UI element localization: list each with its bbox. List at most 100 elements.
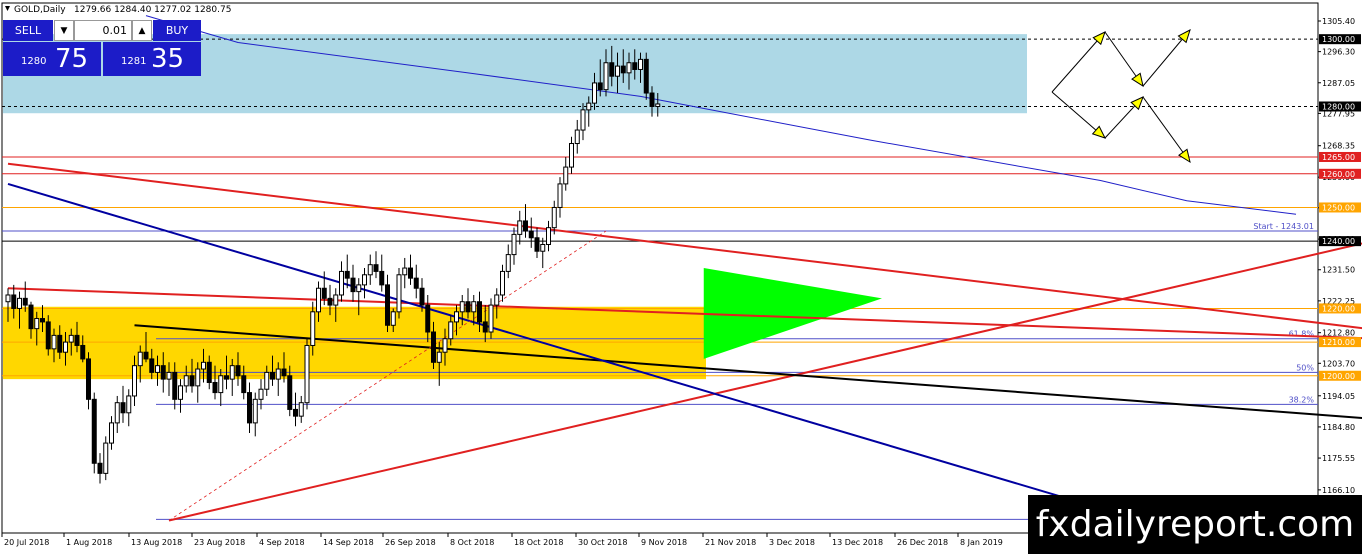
candle (264, 371, 270, 390)
candle (390, 311, 396, 326)
buy-price-small: 1281 (121, 56, 147, 67)
candle (293, 408, 298, 417)
candle (557, 183, 563, 208)
y-tick-label: 1184.80 (1322, 423, 1355, 432)
lot-input[interactable]: 0.01 (74, 20, 132, 41)
candle (632, 62, 638, 70)
candle (132, 365, 137, 397)
lot-value: 0.01 (102, 24, 128, 37)
candle (17, 297, 22, 309)
x-tick-label: 13 Dec 2018 (832, 538, 883, 547)
candle (546, 227, 551, 245)
candle (316, 287, 321, 313)
candle (643, 58, 649, 94)
price-chart[interactable]: Start - 1243.01 61.8% 50% 38.2% 1305.40 1296.… (0, 0, 1362, 554)
candle (609, 62, 615, 77)
candle (40, 318, 45, 323)
candle (655, 103, 661, 107)
candle (160, 365, 166, 380)
y-tick-label: 1231.50 (1322, 266, 1355, 275)
candle (252, 398, 258, 424)
candle (482, 321, 488, 333)
candle (189, 375, 195, 387)
x-tick-label: 26 Dec 2018 (897, 538, 948, 547)
candle (333, 294, 339, 306)
candle (592, 82, 597, 104)
sell-price-box[interactable]: 1280 75 (3, 42, 101, 76)
x-tick-label: 18 Oct 2018 (514, 538, 563, 547)
candle (523, 220, 528, 232)
candle (517, 220, 523, 235)
candle (563, 166, 569, 185)
candle (459, 301, 465, 313)
sell-price-small: 1280 (21, 56, 47, 67)
candle (534, 237, 540, 252)
candle (229, 365, 235, 380)
candle (327, 297, 333, 306)
lot-increase-button[interactable]: ▲ (132, 20, 152, 41)
price-tag-label: 1210.00 (1322, 338, 1355, 347)
buy-label: BUY (165, 24, 189, 37)
buy-button[interactable]: BUY (153, 20, 201, 41)
candle (74, 334, 80, 346)
candle (505, 254, 511, 272)
candle (137, 351, 143, 367)
candle (91, 398, 97, 464)
candle (281, 368, 287, 377)
fib-label: Start - 1243.01 (1253, 222, 1314, 231)
candle (471, 301, 477, 313)
candle (57, 334, 63, 353)
x-tick-label: 21 Nov 2018 (705, 538, 756, 547)
candle (34, 318, 40, 330)
candle (86, 358, 91, 400)
candle (126, 395, 132, 414)
x-tick-label: 14 Sep 2018 (323, 538, 374, 547)
candle (149, 358, 155, 373)
watermark: fxdailyreport.com (1028, 495, 1362, 554)
y-tick-label: 1166.10 (1322, 486, 1355, 495)
candle (442, 338, 448, 353)
price-tag-label: 1260.00 (1322, 170, 1355, 179)
y-tick-label: 1203.70 (1322, 359, 1355, 368)
candle (235, 365, 241, 377)
candle (143, 351, 149, 360)
candle (367, 264, 373, 276)
candle (356, 284, 362, 293)
candle (574, 129, 580, 145)
candle (620, 65, 626, 74)
candle (419, 287, 425, 306)
candle (298, 402, 304, 417)
candle (224, 375, 229, 380)
candle (500, 270, 505, 296)
x-tick-label: 8 Jan 2019 (960, 538, 1003, 547)
candle (212, 381, 218, 394)
y-tick-label: 1212.80 (1322, 329, 1355, 338)
candle (109, 422, 114, 444)
candle (362, 274, 367, 286)
candle (11, 294, 17, 309)
candle (580, 109, 586, 131)
trade-panel: SELL ▼ 0.01 ▲ BUY 1280 75 1281 35 (3, 20, 201, 76)
sell-button[interactable]: SELL (3, 20, 53, 41)
fib-label: 38.2% (1289, 395, 1315, 404)
y-tick-label: 1305.40 (1322, 17, 1355, 26)
candle (63, 341, 68, 353)
candle (183, 375, 189, 387)
lot-decrease-button[interactable]: ▼ (54, 20, 74, 41)
candle (218, 375, 224, 394)
candle (172, 371, 178, 400)
candle (431, 331, 436, 363)
candle (80, 344, 86, 360)
candle (247, 392, 252, 424)
y-tick-label: 1175.55 (1322, 454, 1355, 463)
candle (494, 294, 500, 306)
buy-price-box[interactable]: 1281 35 (103, 42, 201, 76)
candle (68, 334, 74, 343)
candle (396, 274, 402, 313)
candle (270, 371, 275, 380)
price-tag-label: 1280.00 (1322, 102, 1355, 111)
candle (448, 321, 454, 340)
candle (22, 297, 28, 306)
candle (615, 65, 620, 77)
candle (586, 102, 592, 111)
